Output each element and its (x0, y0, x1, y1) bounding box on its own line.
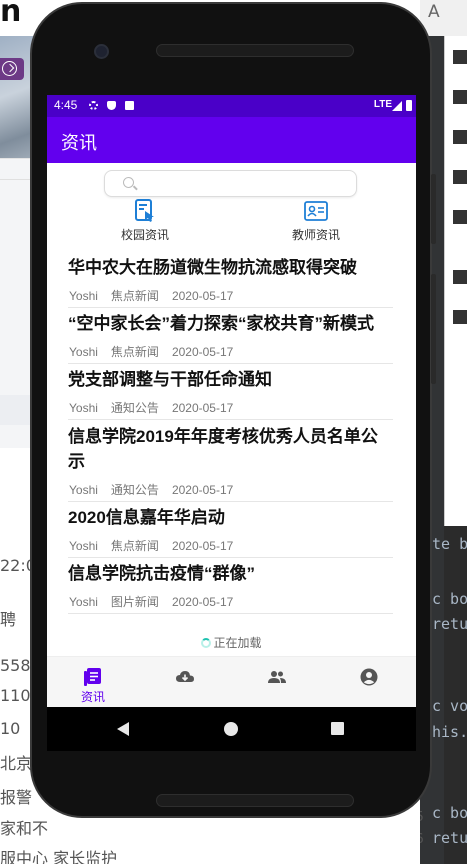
background-ide-topbar-text: A (428, 2, 440, 22)
background-code-line: c vo (432, 697, 467, 715)
background-text-fragment: 家和不 (0, 819, 49, 838)
people-icon (267, 667, 287, 687)
account-icon (359, 667, 379, 687)
background-code-line: retu (432, 829, 467, 847)
front-camera (94, 44, 109, 59)
news-meta: Yoshi 焦点新闻 2020-05-17 (69, 537, 246, 554)
background-code-line: retu (432, 615, 467, 633)
news-meta: Yoshi 通知公告 2020-05-17 (69, 399, 246, 416)
search-input[interactable] (104, 170, 357, 197)
recent-apps-icon[interactable] (331, 722, 344, 735)
news-date: 2020-05-17 (171, 595, 234, 609)
background-code-line: his. (432, 723, 467, 741)
background-ide-topbar: A (420, 0, 467, 36)
news-date: 2020-05-17 (171, 345, 234, 359)
background-logo-fragment: n (0, 0, 22, 29)
background-ide-tool-panel (444, 36, 467, 526)
news-category: 焦点新闻 (110, 289, 159, 303)
news-meta: Yoshi 图片新闻 2020-05-17 (69, 593, 246, 610)
news-author: Yoshi (69, 345, 98, 359)
back-icon[interactable] (117, 722, 129, 736)
app-bar: 资讯 (47, 117, 416, 163)
news-date: 2020-05-17 (171, 483, 234, 497)
background-text-fragment: 服中心 家长监护 (0, 849, 118, 864)
phone-screen: 4:45 LTE 资讯 校园资讯 教师资讯 华中农大在肠道微生物抗流感取得突破 … (47, 95, 416, 707)
category-teacher-news[interactable]: 教师资讯 (276, 199, 356, 243)
category-label: 校园资讯 (120, 228, 169, 242)
news-title: 2020信息嘉年华启动 (68, 508, 225, 527)
sd-card-icon (125, 101, 134, 110)
background-text-fragment: 报警 (0, 788, 33, 807)
background-text-fragment: 聘 (0, 610, 17, 629)
top-speaker (156, 44, 354, 57)
news-author: Yoshi (69, 289, 98, 303)
news-title: 华中农大在肠道微生物抗流感取得突破 (68, 258, 357, 277)
home-icon[interactable] (224, 722, 238, 736)
news-item[interactable]: 信息学院抗击疫情“群像” Yoshi 图片新闻 2020-05-17 (68, 562, 393, 614)
system-navigation-bar (47, 707, 416, 751)
tab-news[interactable]: 资讯 (47, 657, 139, 707)
news-meta: Yoshi 通知公告 2020-05-17 (69, 481, 246, 498)
category-campus-news[interactable]: 校园资讯 (105, 199, 185, 243)
tab-account[interactable] (323, 657, 415, 707)
news-category: 焦点新闻 (110, 345, 159, 359)
loading-indicator: 正在加载 (47, 634, 416, 651)
news-date: 2020-05-17 (171, 289, 234, 303)
background-text-fragment: 558 (0, 656, 31, 675)
news-title: “空中家长会”着力探索“家校共育”新模式 (68, 314, 374, 333)
background-text-fragment: 10 (0, 719, 21, 738)
status-time: 4:45 (54, 98, 78, 112)
background-text-fragment: 110 (0, 686, 31, 705)
news-date: 2020-05-17 (171, 401, 234, 415)
news-item[interactable]: 2020信息嘉年华启动 Yoshi 焦点新闻 2020-05-17 (68, 506, 393, 558)
loading-spinner-icon (201, 638, 212, 648)
news-title: 信息学院2019年年度考核优秀人员名单公示 (68, 427, 378, 471)
cloud-download-icon (175, 667, 195, 687)
signal-icon (392, 101, 402, 111)
news-title: 党支部调整与干部任命通知 (68, 370, 272, 389)
news-icon (83, 667, 103, 687)
news-date: 2020-05-17 (171, 539, 234, 553)
news-category: 焦点新闻 (110, 539, 159, 553)
news-category: 通知公告 (110, 401, 159, 415)
tab-label: 资讯 (80, 690, 105, 704)
power-button[interactable] (431, 174, 436, 244)
loading-text: 正在加载 (213, 636, 262, 650)
category-label: 教师资讯 (291, 228, 340, 242)
network-type-label: LTE (373, 99, 392, 110)
news-author: Yoshi (69, 483, 98, 497)
tab-download[interactable] (139, 657, 231, 707)
shield-icon (107, 101, 116, 110)
news-author: Yoshi (69, 401, 98, 415)
news-meta: Yoshi 焦点新闻 2020-05-17 (69, 343, 246, 360)
page-title: 资讯 (61, 133, 97, 153)
news-meta: Yoshi 焦点新闻 2020-05-17 (69, 287, 246, 304)
status-bar: 4:45 LTE (47, 95, 416, 117)
teacher-news-icon (304, 199, 328, 223)
background-arrow-button[interactable] (0, 58, 24, 80)
settings-gear-icon (89, 101, 98, 110)
news-category: 通知公告 (110, 483, 159, 497)
bottom-speaker (156, 794, 354, 807)
volume-button[interactable] (431, 274, 436, 384)
news-item[interactable]: “空中家长会”着力探索“家校共育”新模式 Yoshi 焦点新闻 2020-05-17 (68, 312, 393, 364)
background-line-number: 26 (420, 832, 424, 847)
campus-news-icon (133, 199, 157, 223)
search-icon (123, 177, 134, 188)
news-author: Yoshi (69, 595, 98, 609)
background-code-line: te b (432, 535, 467, 553)
tab-people[interactable] (231, 657, 323, 707)
news-author: Yoshi (69, 539, 98, 553)
background-code-line: c bo (432, 804, 467, 822)
news-title: 信息学院抗击疫情“群像” (68, 564, 255, 583)
background-text-fragment: 北京 (0, 754, 33, 773)
background-code-line: c bo (432, 590, 467, 608)
news-category: 图片新闻 (110, 595, 159, 609)
news-item[interactable]: 信息学院2019年年度考核优秀人员名单公示 Yoshi 通知公告 2020-05-1… (68, 424, 393, 502)
news-item[interactable]: 党支部调整与干部任命通知 Yoshi 通知公告 2020-05-17 (68, 368, 393, 420)
bottom-navigation: 资讯 (47, 656, 416, 707)
battery-icon (406, 100, 412, 111)
background-line-number: 25 (420, 810, 424, 825)
news-item[interactable]: 华中农大在肠道微生物抗流感取得突破 Yoshi 焦点新闻 2020-05-17 (68, 256, 393, 308)
